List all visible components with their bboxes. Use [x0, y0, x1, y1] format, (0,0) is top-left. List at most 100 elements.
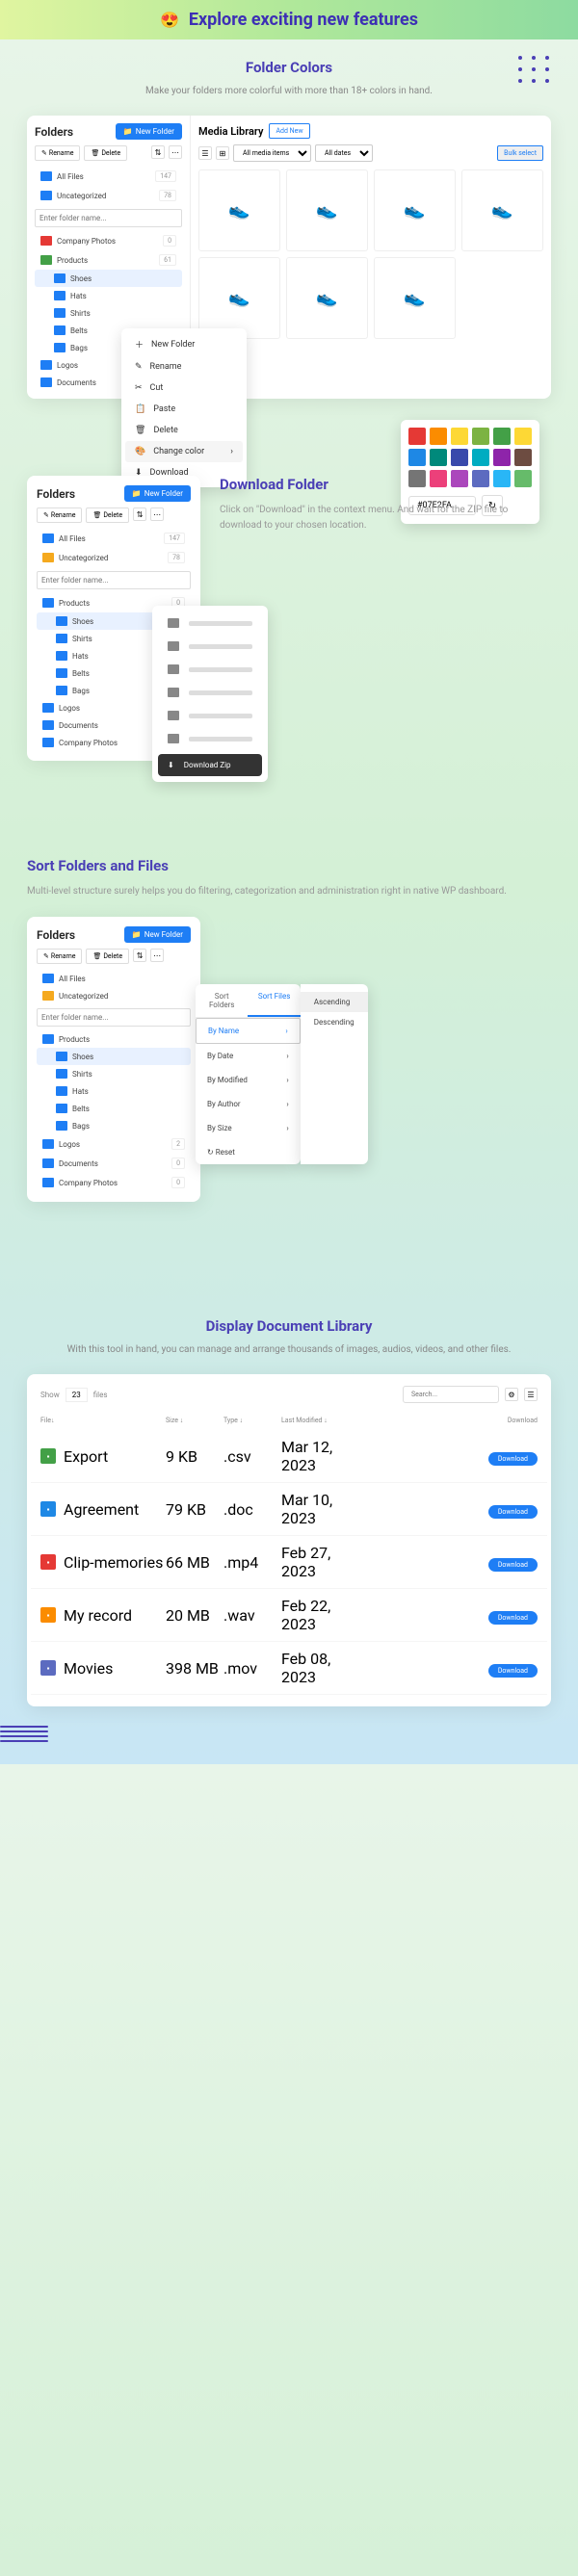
download-button[interactable]: Download	[488, 1611, 538, 1625]
sort-option[interactable]: By Author›	[196, 1092, 301, 1116]
sort-icon[interactable]: ⇅	[151, 145, 165, 159]
ctx-item[interactable]	[158, 635, 262, 658]
new-folder-button[interactable]: 📁 New Folder	[124, 926, 191, 943]
bulk-select-button[interactable]: Bulk select	[497, 145, 543, 161]
ctx-item[interactable]	[158, 704, 262, 727]
col-modified[interactable]: Last Modified ↓	[281, 1417, 368, 1424]
date-select[interactable]: All dates	[315, 144, 373, 162]
color-swatch[interactable]	[493, 428, 511, 445]
add-new-button[interactable]: Add New	[269, 123, 309, 139]
sort-option[interactable]: By Name›	[196, 1018, 301, 1044]
ctx-item-rename[interactable]: ✎Rename	[125, 356, 243, 377]
sort-folders-tab[interactable]: Sort Folders	[196, 984, 248, 1017]
reset-sort[interactable]: ↻ Reset	[196, 1140, 301, 1164]
color-swatch[interactable]	[451, 428, 468, 445]
media-thumb[interactable]: 👟	[461, 169, 543, 251]
grid-view-icon[interactable]: ⊞	[216, 146, 229, 160]
folder-item[interactable]: Uncategorized78	[37, 548, 191, 567]
media-thumb[interactable]: 👟	[198, 169, 280, 251]
file-size: 9 KB	[166, 1447, 223, 1466]
list-view-icon[interactable]: ☰	[198, 146, 212, 160]
ctx-item-delete[interactable]: 🗑Delete	[125, 420, 243, 441]
ctx-item[interactable]	[158, 611, 262, 635]
color-swatch[interactable]	[472, 428, 489, 445]
media-thumb[interactable]: 👟	[198, 257, 280, 339]
new-folder-button[interactable]: 📁 New Folder	[116, 123, 182, 140]
col-type[interactable]: Type ↓	[223, 1417, 281, 1424]
color-swatch[interactable]	[430, 428, 447, 445]
folder-name-input[interactable]	[35, 209, 182, 227]
ctx-item[interactable]	[158, 658, 262, 681]
delete-button[interactable]: 🗑 Delete	[86, 507, 129, 523]
filter-icon[interactable]: ⚙	[505, 1388, 518, 1401]
new-folder-button[interactable]: 📁 New Folder	[124, 485, 191, 502]
ctx-item[interactable]	[158, 681, 262, 704]
more-icon[interactable]: ⋯	[169, 145, 182, 159]
delete-button[interactable]: 🗑 Delete	[84, 145, 127, 161]
download-button[interactable]: Download	[488, 1452, 538, 1466]
folder-tree-item[interactable]: Hats	[35, 287, 182, 304]
sort-option[interactable]: By Size›	[196, 1116, 301, 1140]
media-thumb[interactable]: 👟	[286, 169, 368, 251]
color-swatch[interactable]	[408, 428, 426, 445]
search-input[interactable]	[403, 1386, 499, 1403]
download-icon: ⬇	[168, 761, 174, 769]
delete-button[interactable]: 🗑 Delete	[86, 949, 129, 964]
sort-icon[interactable]: ⇅	[133, 949, 146, 962]
download-button[interactable]: Download	[488, 1664, 538, 1678]
download-button[interactable]: Download	[488, 1558, 538, 1572]
file-date: Feb 22, 2023	[281, 1597, 368, 1633]
folder-item[interactable]: Uncategorized78	[35, 186, 182, 205]
folder-tree-item[interactable]: Logos2	[37, 1134, 191, 1154]
folder-tree-item[interactable]: Products61	[35, 250, 182, 270]
folder-item[interactable]: Uncategorized	[37, 987, 191, 1004]
ctx-item-paste[interactable]: 📋Paste	[125, 399, 243, 420]
folder-tree-item[interactable]: Shoes	[37, 1048, 191, 1065]
media-thumb[interactable]: 👟	[286, 257, 368, 339]
file-size: 79 KB	[166, 1500, 223, 1519]
rename-button[interactable]: ✎ Rename	[37, 949, 82, 964]
folder-name-input[interactable]	[37, 571, 191, 589]
download-context-menu: ⬇Download Zip	[152, 606, 268, 782]
sort-option[interactable]: By Date›	[196, 1044, 301, 1068]
color-swatch[interactable]	[514, 428, 532, 445]
sort-option[interactable]: By Modified›	[196, 1068, 301, 1092]
folder-tree-item[interactable]: Hats	[37, 1082, 191, 1100]
folder-tree-item[interactable]: Bags	[37, 1117, 191, 1134]
ctx-item[interactable]	[158, 727, 262, 750]
file-name: My record	[64, 1606, 132, 1625]
descending-option[interactable]: Descending	[301, 1012, 368, 1032]
folder-tree-item[interactable]: Belts	[37, 1100, 191, 1117]
folder-name-input[interactable]	[37, 1008, 191, 1027]
media-thumb[interactable]: 👟	[374, 257, 456, 339]
folder-item[interactable]: All Files147	[35, 167, 182, 186]
sort-files-tab[interactable]: Sort Files	[248, 984, 300, 1017]
more-icon[interactable]: ⋯	[150, 507, 164, 521]
folder-tree-item[interactable]: Company Photos0	[35, 231, 182, 250]
ctx-item-cut[interactable]: ✂Cut	[125, 377, 243, 399]
media-type-select[interactable]: All media items	[233, 144, 311, 162]
rename-button[interactable]: ✎ Rename	[35, 145, 80, 161]
sort-icon[interactable]: ⇅	[133, 507, 146, 521]
view-icon[interactable]: ☰	[524, 1388, 538, 1401]
more-icon[interactable]: ⋯	[150, 949, 164, 962]
media-thumb[interactable]: 👟	[374, 169, 456, 251]
folder-tree-item[interactable]: Shirts	[35, 304, 182, 322]
download-button[interactable]: Download	[488, 1505, 538, 1519]
download-zip-button[interactable]: ⬇Download Zip	[158, 754, 262, 776]
folder-tree-item[interactable]: Products	[37, 1030, 191, 1048]
col-file[interactable]: File ↓	[40, 1417, 166, 1424]
table-row: ▪Export9 KB.csvMar 12, 2023Download	[31, 1430, 547, 1483]
folder-tree-item[interactable]: Shoes	[35, 270, 182, 287]
folder-tree-item[interactable]: Company Photos0	[37, 1173, 191, 1192]
ascending-option[interactable]: Ascending	[301, 992, 368, 1012]
col-size[interactable]: Size ↓	[166, 1417, 223, 1424]
folder-tree-item[interactable]: Documents0	[37, 1154, 191, 1173]
show-count: 23	[66, 1388, 88, 1402]
ctx-item-new-folder[interactable]: ＋New Folder	[125, 332, 243, 356]
file-icon: ▪	[40, 1607, 56, 1623]
rename-button[interactable]: ✎ Rename	[37, 507, 82, 523]
folder-tree-item[interactable]: Shirts	[37, 1065, 191, 1082]
folder-item[interactable]: All Files147	[37, 529, 191, 548]
folder-item[interactable]: All Files	[37, 970, 191, 987]
